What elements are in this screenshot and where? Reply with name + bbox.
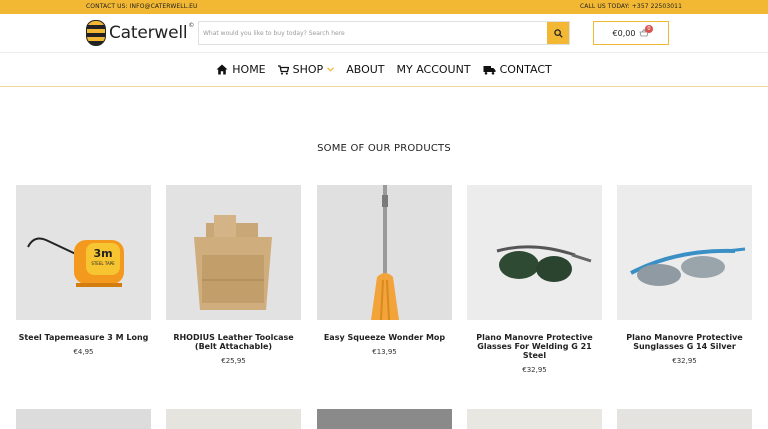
nav-contact[interactable]: CONTACT <box>483 63 552 76</box>
chevron-down-icon[interactable] <box>327 67 335 72</box>
product-image-toolcase[interactable] <box>166 185 301 320</box>
nav-my-account[interactable]: MY ACCOUNT <box>397 63 471 76</box>
product-name[interactable]: Plano Manovre Protective Sunglasses G 14… <box>617 333 752 351</box>
bee-logo-icon <box>86 20 106 46</box>
product-image-sunglasses[interactable] <box>617 185 752 320</box>
nav-my-account-label: MY ACCOUNT <box>396 63 471 76</box>
product-card[interactable]: Easy Squeeze Wonder Mop €13,95 <box>317 185 452 356</box>
cart-icon <box>277 64 289 75</box>
product-price: €32,95 <box>672 357 697 365</box>
cart-count-badge: 0 <box>645 25 653 33</box>
search-form <box>198 21 570 45</box>
nav-home-label: HOME <box>232 63 266 76</box>
product-card[interactable]: 3m STEEL TAPE Steel Tapemeasure 3 M Long… <box>16 185 151 356</box>
tape-steel-label: STEEL TAPE <box>91 261 115 266</box>
product-price: €13,95 <box>372 348 397 356</box>
product-image-row2[interactable] <box>16 409 151 429</box>
product-image-row2[interactable] <box>617 409 752 429</box>
home-icon <box>216 64 228 75</box>
contact-email-text[interactable]: CONTACT US: INFO@CATERWELL.EU <box>86 3 198 10</box>
product-name[interactable]: RHODIUS Leather Toolcase (Belt Attachabl… <box>166 333 301 351</box>
main-nav: HOME SHOP ABOUT MY ACCOUNT CONTACT <box>0 53 768 87</box>
logo-reg-mark: © <box>188 21 195 29</box>
product-image-row2[interactable] <box>166 409 301 429</box>
product-image-welding-glasses[interactable] <box>467 185 602 320</box>
phone-text[interactable]: CALL US TODAY: +357 22503011 <box>580 3 682 10</box>
product-price: €32,95 <box>522 366 547 374</box>
truck-icon <box>483 65 496 75</box>
section-title: SOME OF OUR PRODUCTS <box>317 143 451 154</box>
site-logo[interactable]: Caterwell © <box>86 19 194 47</box>
search-input[interactable] <box>199 22 547 44</box>
product-image-row2[interactable] <box>467 409 602 429</box>
product-image-mop[interactable] <box>317 185 452 320</box>
product-name[interactable]: Plano Manovre Protective Glasses For Wel… <box>467 333 602 360</box>
top-info-bar: CONTACT US: INFO@CATERWELL.EU CALL US TO… <box>0 0 768 14</box>
search-icon <box>553 28 563 38</box>
product-price: €4,95 <box>73 348 94 356</box>
product-image-tapemeasure[interactable]: 3m STEEL TAPE <box>16 185 151 320</box>
tape-3m-label: 3m <box>93 247 112 260</box>
product-price: €25,95 <box>221 357 246 365</box>
product-name[interactable]: Easy Squeeze Wonder Mop <box>317 333 452 342</box>
nav-home[interactable]: HOME <box>216 63 266 76</box>
nav-shop-label: SHOP <box>292 63 324 76</box>
nav-shop[interactable]: SHOP <box>277 63 335 76</box>
product-card[interactable]: RHODIUS Leather Toolcase (Belt Attachabl… <box>166 185 301 365</box>
nav-about[interactable]: ABOUT <box>346 63 384 76</box>
product-card[interactable]: Plano Manovre Protective Sunglasses G 14… <box>617 185 752 365</box>
product-image-row2[interactable] <box>317 409 452 429</box>
product-card[interactable]: Plano Manovre Protective Glasses For Wel… <box>467 185 602 374</box>
cart-button[interactable]: €0,00 0 <box>593 21 669 45</box>
nav-about-label: ABOUT <box>346 63 385 76</box>
cart-total: €0,00 <box>612 28 636 38</box>
search-button[interactable] <box>547 22 569 44</box>
nav-contact-label: CONTACT <box>499 63 552 76</box>
logo-text: Caterwell <box>109 23 188 43</box>
product-name[interactable]: Steel Tapemeasure 3 M Long <box>16 333 151 342</box>
